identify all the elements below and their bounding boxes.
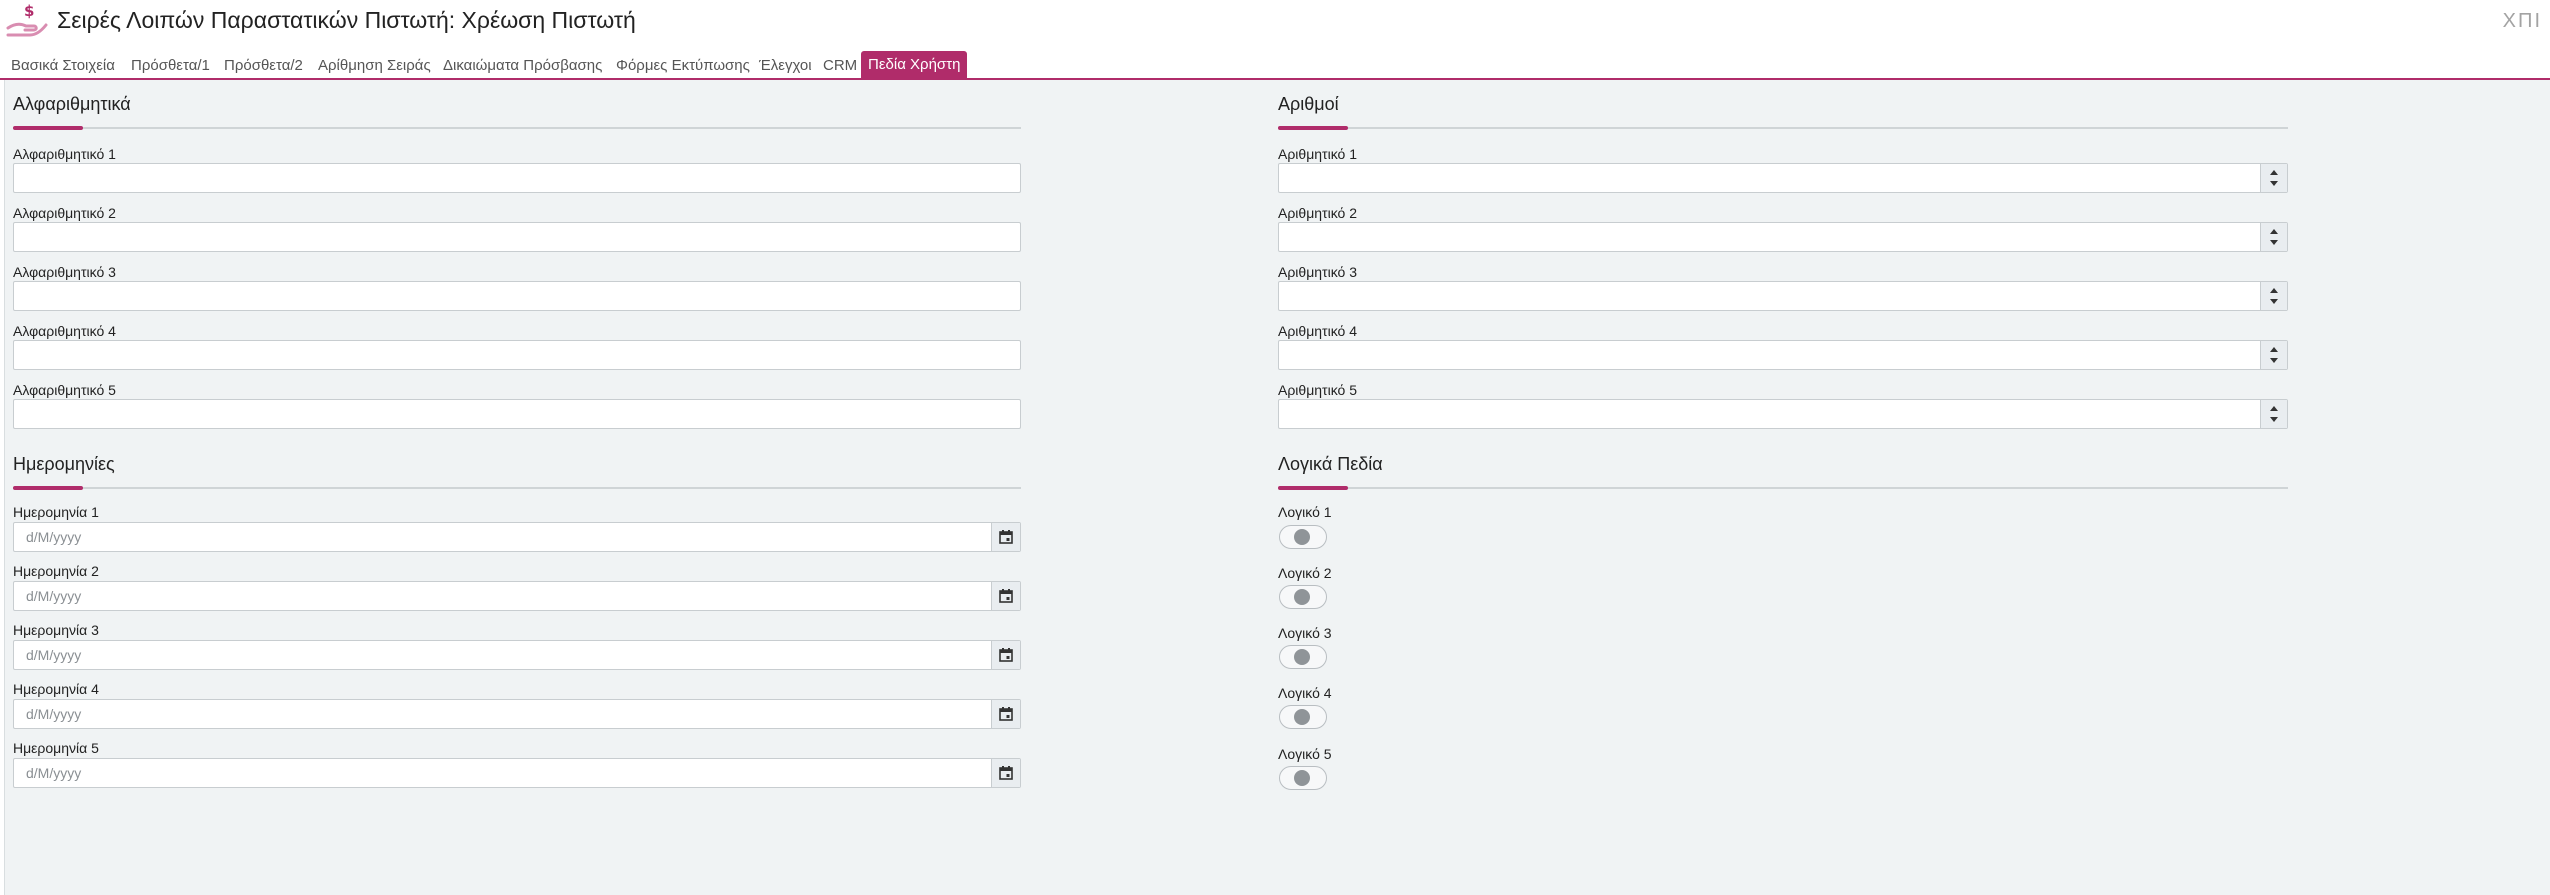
tab-additional-2[interactable]: Πρόσθετα/2 — [224, 54, 303, 78]
numbers-divider — [1278, 126, 2288, 130]
tab-print-forms[interactable]: Φόρμες Εκτύπωσης — [616, 54, 750, 78]
alphanumeric-divider — [13, 126, 1021, 130]
logicals-section-title: Λογικά Πεδία — [1278, 454, 1383, 474]
date-1-picker-button[interactable] — [991, 523, 1020, 551]
user-fields-panel: Αλφαριθμητικά Αλφαριθμητικό 1 Αλφαριθμητ… — [4, 80, 2550, 895]
tab-checks[interactable]: Έλεγχοι — [759, 54, 812, 78]
dates-divider — [13, 486, 1021, 490]
tab-additional-1[interactable]: Πρόσθετα/1 — [131, 54, 210, 78]
alphanumeric-3-label: Αλφαριθμητικό 3 — [13, 264, 116, 280]
tab-access-rights[interactable]: Δικαιώματα Πρόσβασης — [443, 54, 602, 78]
alphanumeric-1-input[interactable] — [13, 163, 1021, 193]
number-5-input[interactable] — [1278, 399, 2288, 429]
date-2-picker-button[interactable] — [991, 582, 1020, 610]
date-5-input[interactable]: d/M/yyyy — [13, 758, 1021, 788]
number-2-label: Αριθμητικό 2 — [1278, 205, 1357, 221]
spin-up-icon[interactable] — [2270, 406, 2278, 411]
user-code: ΧΠΙ — [2502, 10, 2542, 32]
logical-5-label: Λογικό 5 — [1278, 746, 1332, 762]
tab-basic-info[interactable]: Βασικά Στοιχεία — [11, 54, 115, 78]
spin-up-icon[interactable] — [2270, 229, 2278, 234]
date-2-input[interactable]: d/M/yyyy — [13, 581, 1021, 611]
alphanumeric-5-input[interactable] — [13, 399, 1021, 429]
toggle-knob — [1294, 649, 1310, 665]
alphanumeric-1-label: Αλφαριθμητικό 1 — [13, 146, 116, 162]
dates-section-title: Ημερομηνίες — [13, 454, 115, 474]
tab-series-numbering[interactable]: Αρίθμηση Σειράς — [318, 54, 431, 78]
spin-down-icon[interactable] — [2270, 181, 2278, 186]
toggle-knob — [1294, 770, 1310, 786]
number-1-spinner[interactable] — [2260, 164, 2287, 192]
number-2-input[interactable] — [1278, 222, 2288, 252]
spin-down-icon[interactable] — [2270, 240, 2278, 245]
number-4-spinner[interactable] — [2260, 341, 2287, 369]
number-5-spinner[interactable] — [2260, 400, 2287, 428]
alphanumeric-section-title: Αλφαριθμητικά — [13, 94, 131, 114]
number-3-label: Αριθμητικό 3 — [1278, 264, 1357, 280]
calendar-icon — [999, 530, 1013, 544]
alphanumeric-4-label: Αλφαριθμητικό 4 — [13, 323, 116, 339]
logical-3-toggle[interactable] — [1279, 645, 1327, 669]
alphanumeric-2-label: Αλφαριθμητικό 2 — [13, 205, 116, 221]
number-5-label: Αριθμητικό 5 — [1278, 382, 1357, 398]
calendar-icon — [999, 707, 1013, 721]
date-5-label: Ημερομηνία 5 — [13, 740, 99, 756]
date-5-placeholder: d/M/yyyy — [26, 765, 82, 781]
hand-money-icon: $ — [6, 2, 48, 37]
alphanumeric-3-input[interactable] — [13, 281, 1021, 311]
calendar-icon — [999, 766, 1013, 780]
date-5-picker-button[interactable] — [991, 759, 1020, 787]
date-4-label: Ημερομηνία 4 — [13, 681, 99, 697]
date-4-input[interactable]: d/M/yyyy — [13, 699, 1021, 729]
calendar-icon — [999, 589, 1013, 603]
logical-5-toggle[interactable] — [1279, 766, 1327, 790]
tab-crm[interactable]: CRM — [823, 54, 857, 78]
date-1-label: Ημερομηνία 1 — [13, 504, 99, 520]
spin-down-icon[interactable] — [2270, 299, 2278, 304]
date-2-label: Ημερομηνία 2 — [13, 563, 99, 579]
logical-3-label: Λογικό 3 — [1278, 625, 1332, 641]
spin-up-icon[interactable] — [2270, 170, 2278, 175]
page-title: Σειρές Λοιπών Παραστατικών Πιστωτή: Χρέω… — [57, 7, 636, 33]
date-1-input[interactable]: d/M/yyyy — [13, 522, 1021, 552]
number-4-input[interactable] — [1278, 340, 2288, 370]
tab-bar: Βασικά Στοιχεία Πρόσθετα/1 Πρόσθετα/2 Αρ… — [0, 50, 2550, 80]
toggle-knob — [1294, 529, 1310, 545]
logical-2-toggle[interactable] — [1279, 585, 1327, 609]
alphanumeric-5-label: Αλφαριθμητικό 5 — [13, 382, 116, 398]
svg-text:$: $ — [24, 2, 34, 20]
spin-down-icon[interactable] — [2270, 358, 2278, 363]
toggle-knob — [1294, 589, 1310, 605]
spin-up-icon[interactable] — [2270, 288, 2278, 293]
logical-1-label: Λογικό 1 — [1278, 504, 1332, 520]
logical-2-label: Λογικό 2 — [1278, 565, 1332, 581]
logical-4-label: Λογικό 4 — [1278, 685, 1332, 701]
header: $ Σειρές Λοιπών Παραστατικών Πιστωτή: Χρ… — [0, 0, 2550, 50]
date-3-placeholder: d/M/yyyy — [26, 647, 82, 663]
date-3-input[interactable]: d/M/yyyy — [13, 640, 1021, 670]
number-1-input[interactable] — [1278, 163, 2288, 193]
alphanumeric-2-input[interactable] — [13, 222, 1021, 252]
numbers-section-title: Αριθμοί — [1278, 94, 1339, 114]
spin-up-icon[interactable] — [2270, 347, 2278, 352]
logicals-divider — [1278, 486, 2288, 490]
toggle-knob — [1294, 709, 1310, 725]
date-2-placeholder: d/M/yyyy — [26, 588, 82, 604]
number-1-label: Αριθμητικό 1 — [1278, 146, 1357, 162]
date-4-placeholder: d/M/yyyy — [26, 706, 82, 722]
number-4-label: Αριθμητικό 4 — [1278, 323, 1357, 339]
logical-4-toggle[interactable] — [1279, 705, 1327, 729]
number-3-input[interactable] — [1278, 281, 2288, 311]
spin-down-icon[interactable] — [2270, 417, 2278, 422]
logical-1-toggle[interactable] — [1279, 525, 1327, 549]
date-3-label: Ημερομηνία 3 — [13, 622, 99, 638]
tab-user-fields[interactable]: Πεδία Χρήστη — [861, 51, 968, 78]
calendar-icon — [999, 648, 1013, 662]
number-3-spinner[interactable] — [2260, 282, 2287, 310]
date-3-picker-button[interactable] — [991, 641, 1020, 669]
date-1-placeholder: d/M/yyyy — [26, 529, 82, 545]
number-2-spinner[interactable] — [2260, 223, 2287, 251]
alphanumeric-4-input[interactable] — [13, 340, 1021, 370]
date-4-picker-button[interactable] — [991, 700, 1020, 728]
